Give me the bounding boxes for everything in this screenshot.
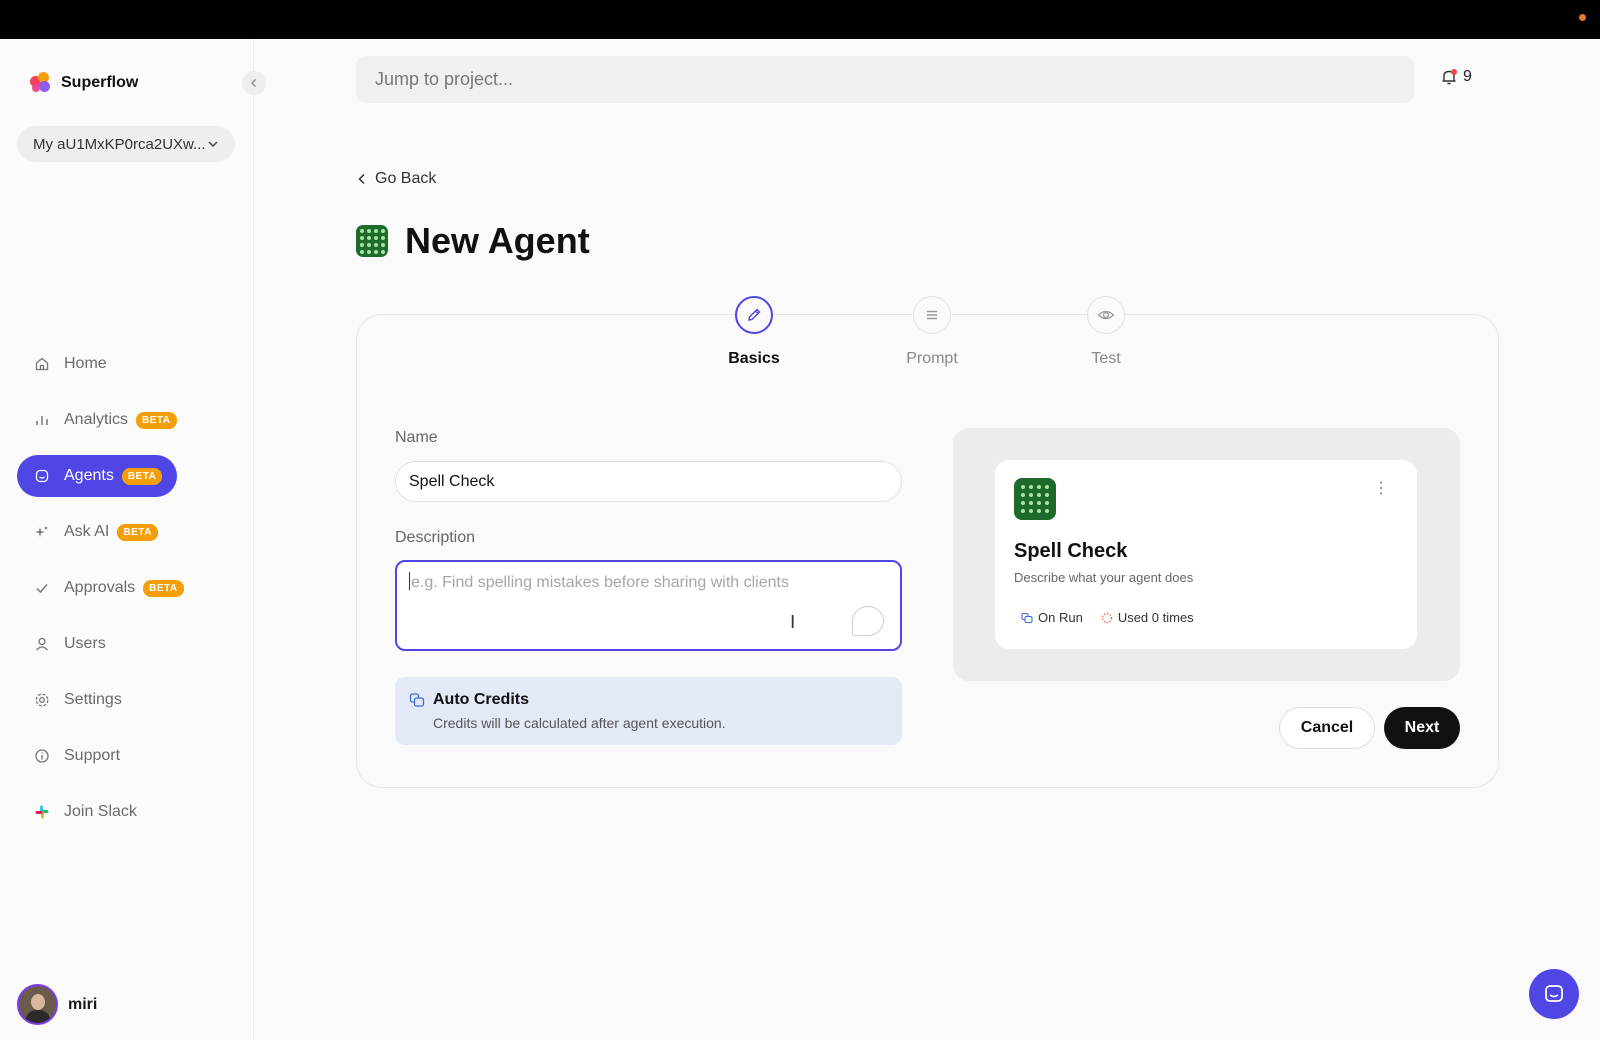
spinner-icon: [1101, 612, 1113, 623]
description-field[interactable]: e.g. Find spelling mistakes before shari…: [395, 560, 902, 651]
sidebar-item-home[interactable]: Home: [17, 343, 235, 385]
usage-info: Used 0 times: [1101, 610, 1194, 625]
step-label: Test: [1091, 350, 1121, 367]
sidebar: Superflow My aU1MxKP0rca2UXw... Home Ana…: [0, 39, 266, 1040]
lines-icon: [913, 296, 951, 334]
sidebar-item-join-slack[interactable]: Join Slack: [17, 791, 235, 833]
support-chat-button[interactable]: [1529, 969, 1579, 1019]
step-test[interactable]: Test: [1056, 296, 1156, 368]
notification-count: 9: [1463, 68, 1472, 85]
sidebar-nav: Home Analytics BETA Agents BETA Ask AI B…: [17, 343, 235, 847]
app-name: Superflow: [61, 74, 139, 91]
status-dot: [1579, 14, 1586, 21]
user-name: miri: [68, 995, 98, 1013]
name-field[interactable]: Spell Check: [395, 461, 902, 502]
pencil-icon: [735, 296, 773, 334]
agent-icon: [34, 468, 50, 484]
sidebar-item-label: Approvals: [64, 579, 136, 596]
user-icon: [34, 636, 50, 652]
chevron-left-icon: [358, 173, 365, 185]
page-header: New Agent: [356, 220, 590, 262]
step-prompt[interactable]: Prompt: [882, 296, 982, 368]
check-icon: [34, 580, 50, 596]
sidebar-item-ask-ai[interactable]: Ask AI BETA: [17, 511, 235, 553]
preview-title: Spell Check: [1014, 540, 1128, 562]
go-back-link[interactable]: Go Back: [357, 170, 436, 188]
auto-credits-banner: Auto Credits Credits will be calculated …: [395, 677, 902, 745]
usage-label: Used 0 times: [1117, 610, 1194, 625]
search-input[interactable]: Jump to project...: [356, 56, 1414, 103]
text-cursor-icon: I: [790, 612, 796, 633]
superflow-logo-icon: [30, 72, 52, 94]
chat-bubble-icon[interactable]: [852, 606, 884, 636]
sidebar-item-label: Support: [64, 747, 121, 764]
gear-icon: [34, 692, 50, 708]
info-icon: [34, 748, 50, 764]
next-button[interactable]: Next: [1384, 707, 1460, 749]
more-options-icon[interactable]: ⋮: [1373, 478, 1389, 498]
sidebar-item-label: Settings: [64, 691, 122, 708]
user-profile[interactable]: miri: [17, 984, 97, 1025]
sparkle-icon: [34, 524, 50, 540]
text-caret: [409, 572, 410, 590]
chevron-left-icon: [251, 79, 256, 87]
avatar: [17, 984, 58, 1025]
sidebar-item-agents[interactable]: Agents BETA: [17, 455, 177, 497]
description-label: Description: [395, 529, 476, 546]
sidebar-item-label: Home: [64, 355, 107, 372]
cancel-button[interactable]: Cancel: [1279, 707, 1375, 749]
notifications-button[interactable]: 9: [1440, 68, 1472, 86]
name-value: Spell Check: [409, 472, 495, 490]
sidebar-item-label: Agents: [64, 467, 114, 484]
credits-subtitle: Credits will be calculated after agent e…: [433, 715, 726, 731]
preview-meta: On Run Used 0 times: [1021, 610, 1194, 625]
chevron-down-icon: [208, 141, 218, 148]
sidebar-item-settings[interactable]: Settings: [17, 679, 235, 721]
eye-icon: [1087, 296, 1125, 334]
beta-badge: BETA: [143, 579, 184, 597]
workspace-label: My aU1MxKP0rca2UXw...: [33, 135, 206, 153]
step-basics[interactable]: Basics: [704, 296, 804, 368]
slack-icon: [34, 804, 50, 820]
sidebar-item-label: Join Slack: [64, 803, 137, 820]
sidebar-item-analytics[interactable]: Analytics BETA: [17, 399, 235, 441]
step-label: Basics: [728, 350, 780, 367]
page-title: New Agent: [405, 220, 590, 261]
sidebar-item-users[interactable]: Users: [17, 623, 235, 665]
agent-preview-card: ⋮ Spell Check Describe what your agent d…: [995, 460, 1417, 649]
notification-dot: [1451, 69, 1457, 75]
coins-icon: [409, 692, 425, 713]
trigger-label: On Run: [1038, 610, 1083, 625]
description-placeholder: e.g. Find spelling mistakes before shari…: [411, 574, 789, 591]
brand[interactable]: Superflow: [30, 72, 138, 94]
chat-icon: [1545, 985, 1563, 1002]
workspace-selector[interactable]: My aU1MxKP0rca2UXw...: [17, 126, 235, 162]
collapse-sidebar-button[interactable]: [242, 71, 266, 95]
coins-icon: [1021, 612, 1033, 623]
sidebar-item-approvals[interactable]: Approvals BETA: [17, 567, 235, 609]
go-back-label: Go Back: [375, 170, 437, 187]
home-icon: [34, 356, 50, 372]
preview-description: Describe what your agent does: [1014, 570, 1194, 585]
name-label: Name: [395, 429, 438, 446]
agent-grid-icon: [356, 225, 388, 257]
bar-chart-icon: [34, 412, 50, 428]
credits-title: Auto Credits: [433, 691, 529, 708]
agent-grid-icon: [1014, 478, 1056, 520]
search-placeholder: Jump to project...: [375, 69, 514, 89]
sidebar-item-support[interactable]: Support: [17, 735, 235, 777]
system-top-bar: [0, 0, 1600, 39]
beta-badge: BETA: [121, 467, 163, 485]
sidebar-item-label: Analytics: [64, 411, 129, 428]
sidebar-item-label: Ask AI: [64, 523, 110, 540]
sidebar-item-label: Users: [64, 635, 106, 652]
beta-badge: BETA: [117, 523, 158, 541]
trigger-info: On Run: [1021, 610, 1083, 625]
step-label: Prompt: [906, 350, 958, 367]
beta-badge: BETA: [136, 411, 177, 429]
